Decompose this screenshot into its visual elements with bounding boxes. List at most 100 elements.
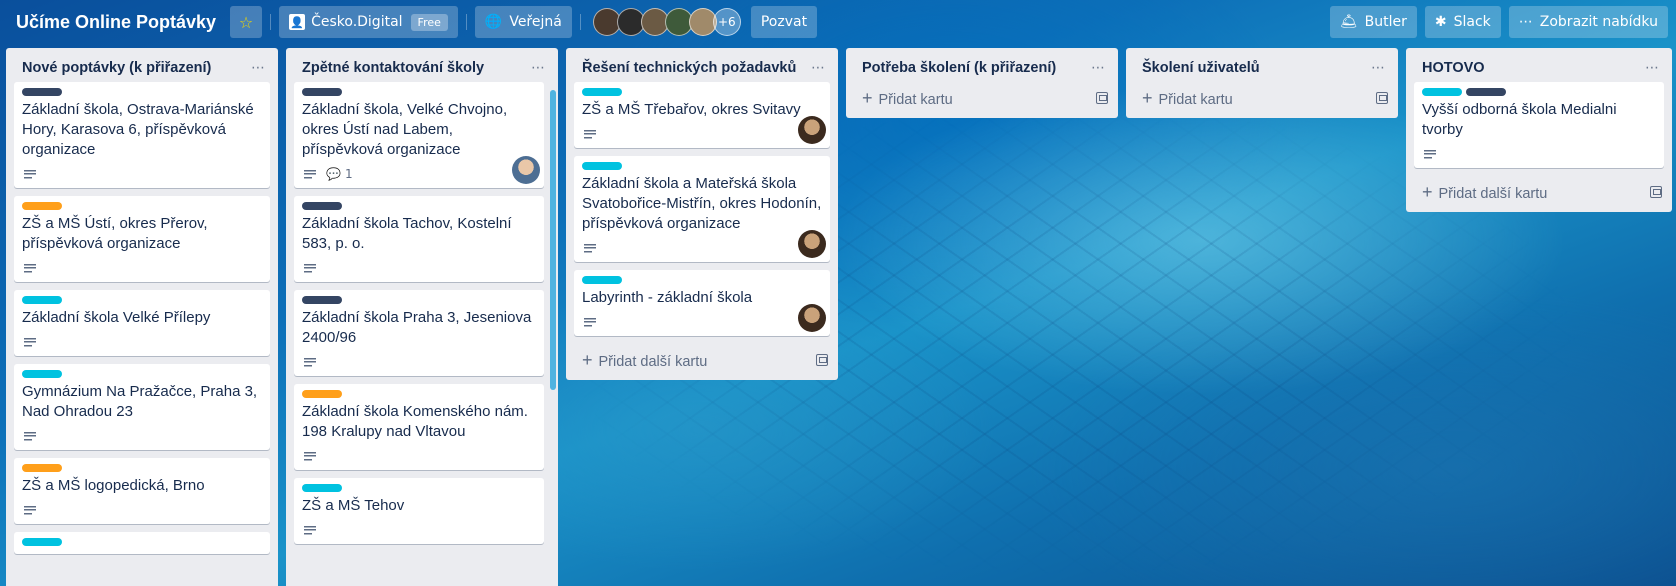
card-member-avatar[interactable] xyxy=(512,156,540,184)
card-template-icon[interactable] xyxy=(1096,92,1108,104)
card-label[interactable] xyxy=(22,538,62,546)
list-title[interactable]: HOTOVO xyxy=(1422,58,1485,78)
visibility-button[interactable]: 🌐 Veřejná xyxy=(474,6,572,38)
list-menu-icon[interactable]: ⋯ xyxy=(1641,58,1664,78)
card[interactable]: ZŠ a MŠ Tehov xyxy=(294,478,544,544)
card[interactable]: Základní škola Komenského nám. 198 Kralu… xyxy=(294,384,544,470)
plus-icon: + xyxy=(582,349,593,370)
card-title: ZŠ a MŠ logopedická, Brno xyxy=(22,477,205,494)
card[interactable]: Základní škola a Mateřská škola Svatoboř… xyxy=(574,156,830,262)
butler-icon: 🛎 xyxy=(1339,14,1358,30)
card-member-avatar[interactable] xyxy=(798,230,826,258)
list-menu-icon[interactable]: ⋯ xyxy=(527,58,550,78)
card-label[interactable] xyxy=(302,296,342,304)
card[interactable]: Základní škola Tachov, Kostelní 583, p. … xyxy=(294,196,544,282)
card[interactable]: ZŠ a MŠ logopedická, Brno xyxy=(14,458,270,524)
description-icon xyxy=(24,505,36,515)
card-label[interactable] xyxy=(1466,88,1506,96)
plus-icon: + xyxy=(1422,181,1433,202)
card-title: ZŠ a MŠ Třebařov, okres Svitavy xyxy=(582,101,801,118)
add-card-label: Přidat další kartu xyxy=(1438,185,1548,202)
card-label[interactable] xyxy=(22,88,62,96)
card-label[interactable] xyxy=(22,370,62,378)
card-title: Základní škola Tachov, Kostelní 583, p. … xyxy=(302,215,512,252)
slack-icon: ✱ xyxy=(1434,14,1447,30)
card-label[interactable] xyxy=(22,202,62,210)
card-title: Základní škola, Ostrava-Mariánské Hory, … xyxy=(22,101,254,158)
card[interactable]: ZŠ a MŠ Třebařov, okres Svitavy xyxy=(574,82,830,148)
team-button[interactable]: 👤 Česko.Digital Free xyxy=(279,6,458,38)
card-label[interactable] xyxy=(302,202,342,210)
list-title[interactable]: Řešení technických požadavků xyxy=(582,58,796,78)
add-card-button[interactable]: + Přidat další kartu xyxy=(566,344,838,380)
description-icon xyxy=(24,337,36,347)
card-template-icon[interactable] xyxy=(1650,186,1662,198)
list-title[interactable]: Školení uživatelů xyxy=(1142,58,1260,78)
card-label[interactable] xyxy=(22,464,62,472)
card-member-avatar[interactable] xyxy=(798,304,826,332)
list-hotovo: HOTOVO ⋯ Vyšší odborná škola Medialni tv… xyxy=(1406,48,1672,212)
list-menu-icon[interactable]: ⋯ xyxy=(1367,58,1390,78)
card-title: Základní škola Praha 3, Jeseniova 2400/9… xyxy=(302,309,532,346)
card[interactable]: Gymnázium Na Pražačce, Praha 3, Nad Ohra… xyxy=(14,364,270,450)
add-card-button[interactable]: + Přidat kartu xyxy=(846,82,1118,118)
list-title[interactable]: Potřeba školení (k přiřazení) xyxy=(862,58,1056,78)
list-title[interactable]: Nové poptávky (k přiřazení) xyxy=(22,58,211,78)
more-icon: ⋯ xyxy=(1518,14,1533,30)
card-label[interactable] xyxy=(1422,88,1462,96)
description-icon xyxy=(24,263,36,273)
card-label[interactable] xyxy=(302,390,342,398)
card-title: ZŠ a MŠ Ústí, okres Přerov, příspěvková … xyxy=(22,215,208,252)
show-menu-button[interactable]: ⋯ Zobrazit nabídku xyxy=(1508,6,1668,38)
list-menu-icon[interactable]: ⋯ xyxy=(247,58,270,78)
card[interactable]: Labyrinth - základní škola xyxy=(574,270,830,336)
list-menu-icon[interactable]: ⋯ xyxy=(1087,58,1110,78)
card-template-icon[interactable] xyxy=(816,354,828,366)
list-title[interactable]: Zpětné kontaktování školy xyxy=(302,58,484,78)
header-right-group: 🛎 Butler ✱ Slack ⋯ Zobrazit nabídku xyxy=(1322,6,1668,38)
card[interactable]: ZŠ a MŠ Ústí, okres Přerov, příspěvková … xyxy=(14,196,270,282)
card-label[interactable] xyxy=(302,484,342,492)
slack-label: Slack xyxy=(1453,14,1491,30)
plan-badge: Free xyxy=(410,13,448,31)
card-label[interactable] xyxy=(582,162,622,170)
description-icon xyxy=(584,317,596,327)
star-button[interactable]: ☆ xyxy=(230,6,263,38)
list-potreba-skoleni: Potřeba školení (k přiřazení) ⋯ + Přidat … xyxy=(846,48,1118,118)
list-reseni-technickych-pozadavku: Řešení technických požadavků ⋯ ZŠ a MŠ T… xyxy=(566,48,838,380)
card-label[interactable] xyxy=(22,296,62,304)
comment-count: 1 xyxy=(344,167,353,181)
add-card-button[interactable]: + Přidat další kartu xyxy=(1406,176,1672,212)
card[interactable]: Základní škola, Velké Chvojno, okres Úst… xyxy=(294,82,544,188)
plus-icon: + xyxy=(1142,87,1153,108)
board-header: Učíme Online Poptávky ☆ 👤 Česko.Digital … xyxy=(0,0,1676,44)
add-card-button[interactable]: + Přidat kartu xyxy=(1126,82,1398,118)
invite-button[interactable]: Pozvat xyxy=(750,6,818,38)
more-members-badge[interactable]: +6 xyxy=(712,8,741,36)
card[interactable]: Základní škola Praha 3, Jeseniova 2400/9… xyxy=(294,290,544,376)
card-label[interactable] xyxy=(582,88,622,96)
plus-icon: + xyxy=(862,87,873,108)
description-icon xyxy=(304,525,316,535)
globe-icon: 🌐 xyxy=(484,14,503,30)
list-scrollbar[interactable] xyxy=(550,90,556,390)
description-icon xyxy=(304,263,316,273)
card-label[interactable] xyxy=(582,276,622,284)
slack-button[interactable]: ✱ Slack xyxy=(1424,6,1501,38)
list-menu-icon[interactable]: ⋯ xyxy=(807,58,830,78)
card-member-avatar[interactable] xyxy=(798,116,826,144)
card[interactable]: Vyšší odborná škola Medialni tvorby xyxy=(1414,82,1664,168)
card-label[interactable] xyxy=(302,88,342,96)
card[interactable]: Základní škola Velké Přílepy xyxy=(14,290,270,356)
description-icon xyxy=(24,431,36,441)
list-skoleni-uzivatelu: Školení uživatelů ⋯ + Přidat kartu xyxy=(1126,48,1398,118)
card-template-icon[interactable] xyxy=(1376,92,1388,104)
description-icon xyxy=(24,169,36,179)
board-title[interactable]: Učíme Online Poptávky xyxy=(8,12,222,33)
butler-button[interactable]: 🛎 Butler xyxy=(1329,6,1417,38)
card[interactable]: Základní škola, Ostrava-Mariánské Hory, … xyxy=(14,82,270,188)
butler-label: Butler xyxy=(1364,14,1407,30)
description-icon xyxy=(584,243,596,253)
card[interactable] xyxy=(14,532,270,554)
description-icon xyxy=(304,169,316,179)
